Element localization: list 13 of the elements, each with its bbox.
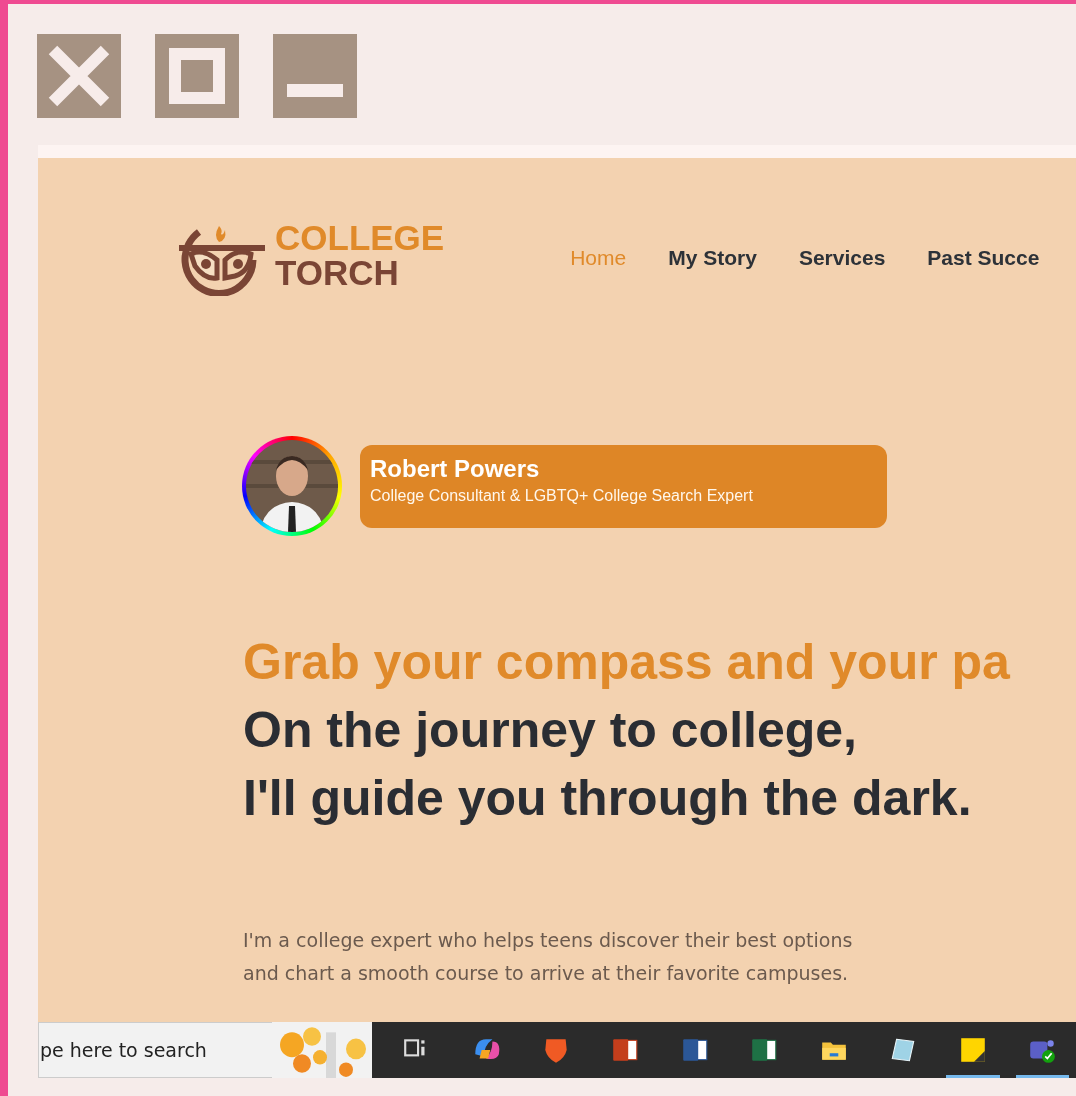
nav-link[interactable]: Past Succe: [927, 246, 1040, 270]
headline: Grab your compass and your pa: [243, 633, 1011, 692]
search-field[interactable]: pe here to search: [38, 1022, 272, 1078]
nav-link[interactable]: My Story: [668, 246, 757, 270]
nav-link[interactable]: Services: [798, 246, 886, 270]
logo-text: COLLEGE: [275, 220, 445, 255]
headline: I'll guide you through the dark.: [243, 769, 973, 828]
intro-text: I'm a college expert who helps teens discover their best options: [243, 928, 854, 953]
headline: On the journey to college,: [243, 701, 858, 760]
profile-name: Robert Powers: [370, 454, 541, 483]
logo-text: TORCH: [275, 255, 400, 290]
intro-text: and chart a smooth course to arrive at their favorite campuses.: [243, 961, 850, 986]
profile-title: College Consultant & LGBTQ+ College Search Expert: [370, 486, 754, 505]
